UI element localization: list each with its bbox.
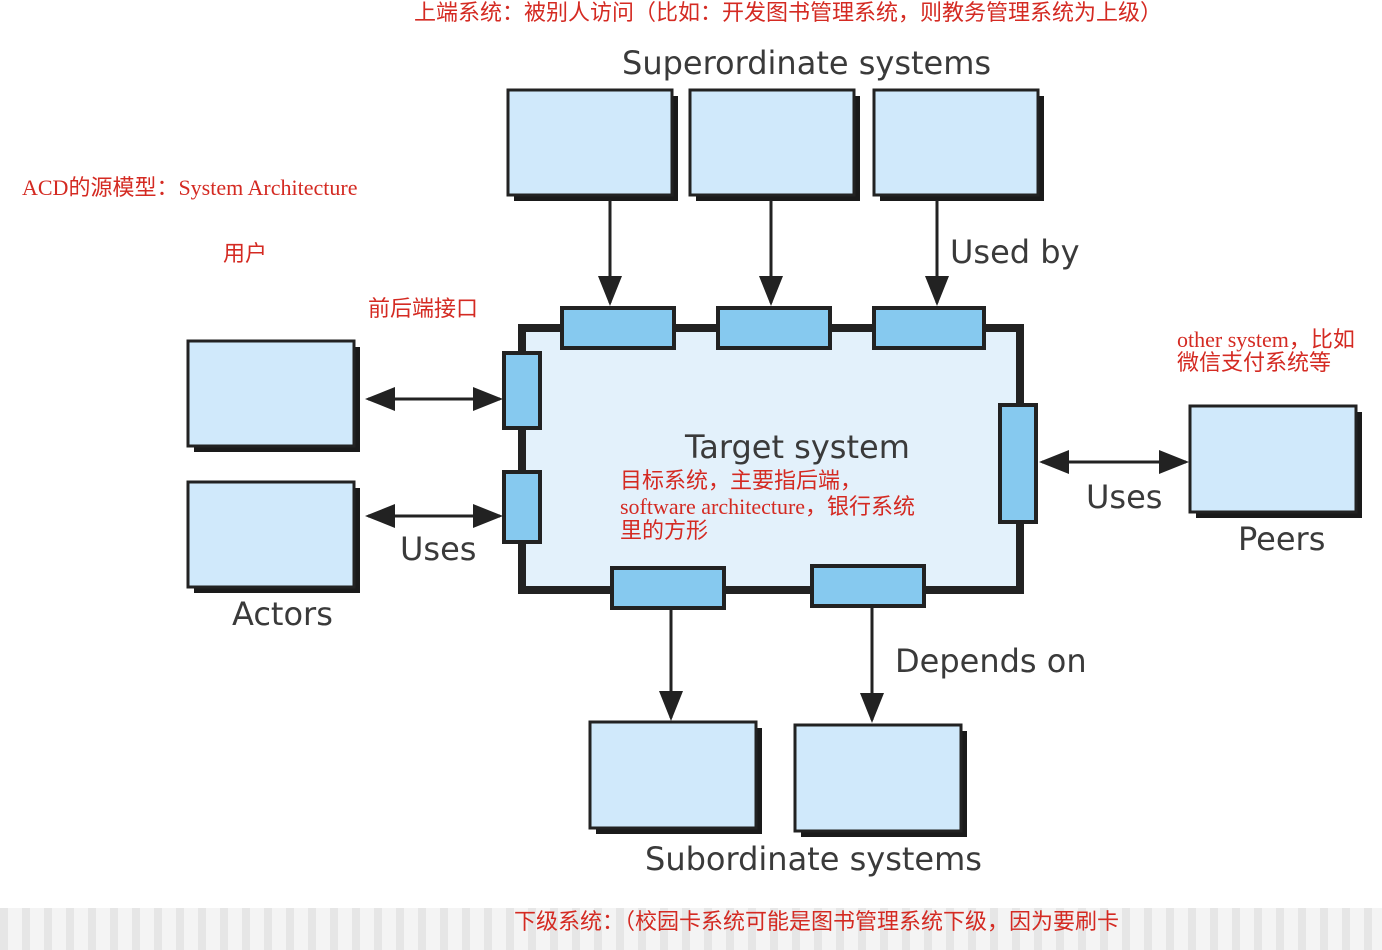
annotation-top: 上端系统：被别人访问（比如：开发图书管理系统，则教务管理系统为上级）	[414, 1, 1163, 26]
interface-port-1	[560, 306, 676, 350]
label-depends-on: Depends on	[895, 642, 1087, 680]
annotation-target-1: 目标系统，主要指后端，	[620, 469, 863, 494]
label-uses-left: Uses	[400, 530, 476, 568]
interface-port-4	[502, 351, 542, 430]
actor-box-2	[186, 480, 356, 589]
annotation-target-3: 里的方形	[620, 519, 709, 544]
peer-box	[1188, 404, 1358, 514]
interface-port-5	[502, 470, 542, 544]
annotation-target-2: software architecture，银行系统	[620, 494, 916, 519]
annotation-bottom: 下级系统：（校园卡系统可能是图书管理系统下级，因为要刷卡	[514, 910, 1120, 935]
superordinate-box-3	[872, 88, 1040, 197]
label-uses-right: Uses	[1086, 478, 1162, 516]
annotation-other-2: 微信支付系统等	[1177, 351, 1332, 376]
label-target: Target system	[684, 428, 910, 466]
label-used-by: Used by	[950, 233, 1080, 271]
annotation-acd: ACD的源模型：System Architecture	[22, 175, 358, 200]
superordinate-box-1	[506, 88, 674, 197]
label-subordinate: Subordinate systems	[645, 840, 982, 878]
interface-port-8	[810, 564, 926, 608]
interface-port-7	[610, 566, 726, 610]
annotation-other-1: other system，比如	[1177, 327, 1355, 352]
annotation-user: 用户	[223, 242, 268, 267]
actor-box-1	[186, 339, 356, 448]
annotation-interface: 前后端接口	[368, 297, 479, 322]
superordinate-box-2	[688, 88, 856, 197]
subordinate-box-1	[588, 720, 758, 830]
interface-port-2	[716, 306, 832, 350]
label-superordinate: Superordinate systems	[622, 44, 991, 82]
interface-port-3	[872, 306, 986, 350]
subordinate-box-2	[793, 723, 963, 833]
interface-port-6	[998, 403, 1038, 524]
label-actors: Actors	[232, 595, 333, 633]
label-peers: Peers	[1238, 520, 1325, 558]
